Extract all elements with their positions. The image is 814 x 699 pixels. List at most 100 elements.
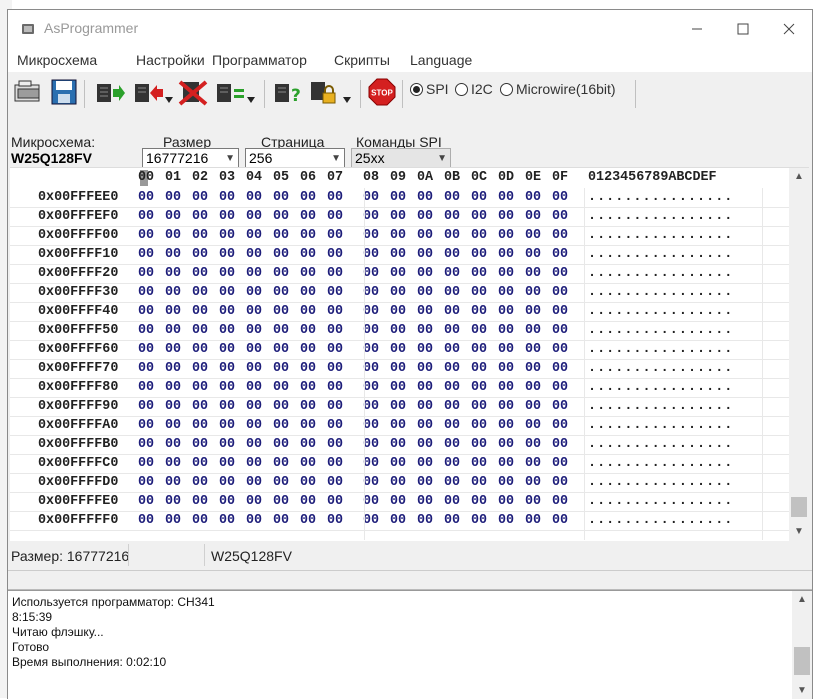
- hex-byte[interactable]: 00: [444, 209, 460, 224]
- hex-byte[interactable]: 00: [417, 361, 433, 376]
- hex-byte[interactable]: 00: [525, 513, 541, 528]
- hex-byte[interactable]: 00: [219, 285, 235, 300]
- hex-byte[interactable]: 00: [138, 228, 154, 243]
- hex-byte[interactable]: 00: [219, 475, 235, 490]
- hex-byte[interactable]: 00: [219, 418, 235, 433]
- menu-scripts[interactable]: Скрипты: [334, 52, 390, 68]
- hex-byte[interactable]: 00: [219, 209, 235, 224]
- hex-byte[interactable]: 00: [417, 380, 433, 395]
- hex-byte[interactable]: 00: [138, 190, 154, 205]
- hex-byte[interactable]: 00: [300, 475, 316, 490]
- hex-byte[interactable]: 00: [525, 285, 541, 300]
- hex-byte[interactable]: 00: [471, 361, 487, 376]
- hex-byte[interactable]: 00: [300, 513, 316, 528]
- hex-byte[interactable]: 00: [219, 304, 235, 319]
- hex-byte[interactable]: 00: [552, 418, 568, 433]
- hex-byte[interactable]: 00: [444, 323, 460, 338]
- hex-byte[interactable]: 00: [219, 437, 235, 452]
- hex-byte[interactable]: 00: [444, 380, 460, 395]
- hex-byte[interactable]: 00: [138, 266, 154, 281]
- hex-byte[interactable]: 00: [552, 361, 568, 376]
- hex-byte[interactable]: 00: [300, 456, 316, 471]
- read-id-icon[interactable]: ?: [272, 78, 304, 106]
- hex-byte[interactable]: 00: [165, 285, 181, 300]
- hex-byte[interactable]: 00: [525, 228, 541, 243]
- hex-byte[interactable]: 00: [165, 228, 181, 243]
- hex-byte[interactable]: 00: [552, 399, 568, 414]
- hex-byte[interactable]: 00: [327, 418, 343, 433]
- hex-byte[interactable]: 00: [552, 475, 568, 490]
- hex-byte[interactable]: 00: [300, 342, 316, 357]
- hex-byte[interactable]: 00: [273, 475, 289, 490]
- page-combobox[interactable]: 256 ▼: [245, 148, 345, 169]
- hex-byte[interactable]: 00: [525, 323, 541, 338]
- minimize-button[interactable]: [674, 10, 720, 48]
- hex-byte[interactable]: 00: [246, 437, 262, 452]
- hex-byte[interactable]: 00: [390, 304, 406, 319]
- hex-byte[interactable]: 00: [552, 209, 568, 224]
- hex-byte[interactable]: 00: [390, 380, 406, 395]
- hex-byte[interactable]: 00: [327, 494, 343, 509]
- hex-row-ascii[interactable]: ................: [588, 380, 733, 395]
- hex-byte[interactable]: 00: [363, 228, 379, 243]
- hex-row-ascii[interactable]: ................: [588, 361, 733, 376]
- hex-byte[interactable]: 00: [192, 418, 208, 433]
- hex-byte[interactable]: 00: [219, 228, 235, 243]
- hex-row-ascii[interactable]: ................: [588, 437, 733, 452]
- hex-byte[interactable]: 00: [327, 342, 343, 357]
- hex-byte[interactable]: 00: [552, 437, 568, 452]
- hex-byte[interactable]: 00: [192, 380, 208, 395]
- hex-byte[interactable]: 00: [246, 247, 262, 262]
- hex-byte[interactable]: 00: [390, 437, 406, 452]
- hex-byte[interactable]: 00: [300, 285, 316, 300]
- hex-byte[interactable]: 00: [246, 304, 262, 319]
- hex-byte[interactable]: 00: [273, 285, 289, 300]
- hex-byte[interactable]: 00: [444, 456, 460, 471]
- hex-byte[interactable]: 00: [138, 456, 154, 471]
- hex-byte[interactable]: 00: [471, 285, 487, 300]
- hex-byte[interactable]: 00: [498, 247, 514, 262]
- hex-byte[interactable]: 00: [219, 342, 235, 357]
- hex-byte[interactable]: 00: [390, 494, 406, 509]
- hex-byte[interactable]: 00: [327, 209, 343, 224]
- hex-byte[interactable]: 00: [363, 190, 379, 205]
- read-chip-icon[interactable]: [94, 78, 126, 106]
- hex-byte[interactable]: 00: [498, 342, 514, 357]
- hex-byte[interactable]: 00: [525, 418, 541, 433]
- hex-row-ascii[interactable]: ................: [588, 399, 733, 414]
- hex-byte[interactable]: 00: [327, 304, 343, 319]
- hex-byte[interactable]: 00: [246, 380, 262, 395]
- hex-byte[interactable]: 00: [246, 513, 262, 528]
- chevron-down-icon[interactable]: [164, 86, 174, 114]
- hex-byte[interactable]: 00: [327, 266, 343, 281]
- hex-byte[interactable]: 00: [363, 209, 379, 224]
- hex-byte[interactable]: 00: [498, 285, 514, 300]
- hex-byte[interactable]: 00: [363, 247, 379, 262]
- hex-byte[interactable]: 00: [138, 361, 154, 376]
- hex-byte[interactable]: 00: [471, 399, 487, 414]
- hex-byte[interactable]: 00: [192, 209, 208, 224]
- hex-byte[interactable]: 00: [552, 342, 568, 357]
- size-combobox[interactable]: 16777216 ▼: [142, 148, 239, 169]
- hex-byte[interactable]: 00: [327, 456, 343, 471]
- hex-byte[interactable]: 00: [165, 342, 181, 357]
- hex-byte[interactable]: 00: [165, 209, 181, 224]
- hex-row-ascii[interactable]: ................: [588, 228, 733, 243]
- hex-scrollbar-thumb[interactable]: [791, 497, 807, 517]
- scroll-down-icon[interactable]: ▼: [797, 685, 807, 696]
- hex-byte[interactable]: 00: [417, 266, 433, 281]
- hex-byte[interactable]: 00: [525, 456, 541, 471]
- lock-icon[interactable]: [308, 78, 340, 106]
- log-panel[interactable]: Используется программатор: CH341 8:15:39 Ч…: [8, 590, 812, 699]
- hex-byte[interactable]: 00: [138, 304, 154, 319]
- hex-byte[interactable]: 00: [273, 513, 289, 528]
- hex-byte[interactable]: 00: [552, 380, 568, 395]
- hex-byte[interactable]: 00: [444, 228, 460, 243]
- write-chip-icon[interactable]: [132, 78, 164, 106]
- hex-byte[interactable]: 00: [273, 380, 289, 395]
- hex-row-ascii[interactable]: ................: [588, 513, 733, 528]
- hex-byte[interactable]: 00: [498, 190, 514, 205]
- hex-byte[interactable]: 00: [219, 361, 235, 376]
- hex-byte[interactable]: 00: [363, 475, 379, 490]
- hex-editor[interactable]: 00 01 02 03 04 05 06 07 08 09 0A 0B 0C 0D 0E 0F 0123456…: [10, 167, 809, 541]
